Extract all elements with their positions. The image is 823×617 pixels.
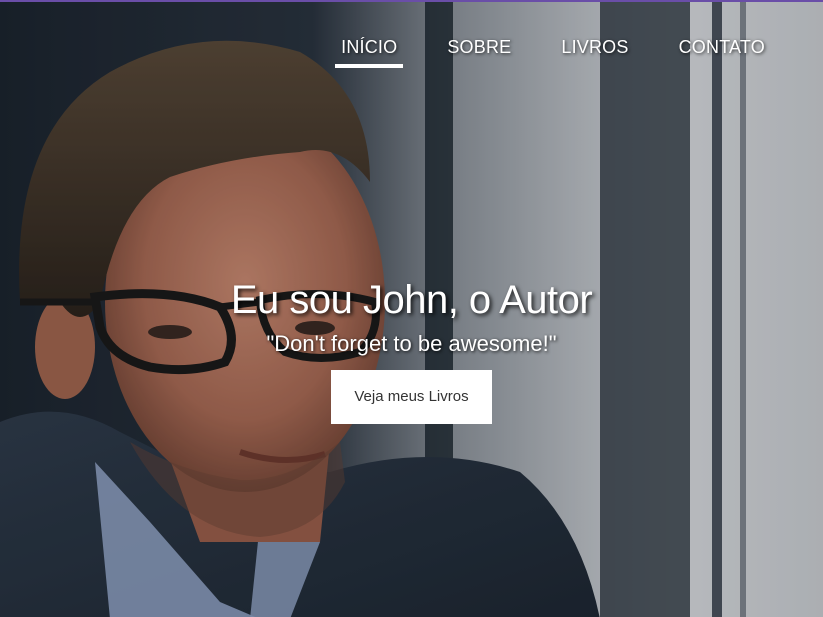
hero-title: Eu sou John, o Autor (230, 278, 593, 322)
hero-subtitle: "Don't forget to be awesome!" (266, 331, 557, 356)
nav-item-sobre[interactable]: SOBRE (441, 35, 517, 68)
nav-item-inicio[interactable]: INÍCIO (335, 35, 404, 68)
hero-section: Eu sou John, o Autor "Don't forget to be… (0, 276, 823, 424)
page: INÍCIO SOBRE LIVROS CONTATO Eu sou John,… (0, 0, 823, 617)
main-nav: INÍCIO SOBRE LIVROS CONTATO (335, 35, 771, 68)
nav-item-contato[interactable]: CONTATO (673, 35, 771, 68)
view-books-button[interactable]: Veja meus Livros (331, 370, 492, 424)
nav-item-livros[interactable]: LIVROS (555, 35, 634, 68)
